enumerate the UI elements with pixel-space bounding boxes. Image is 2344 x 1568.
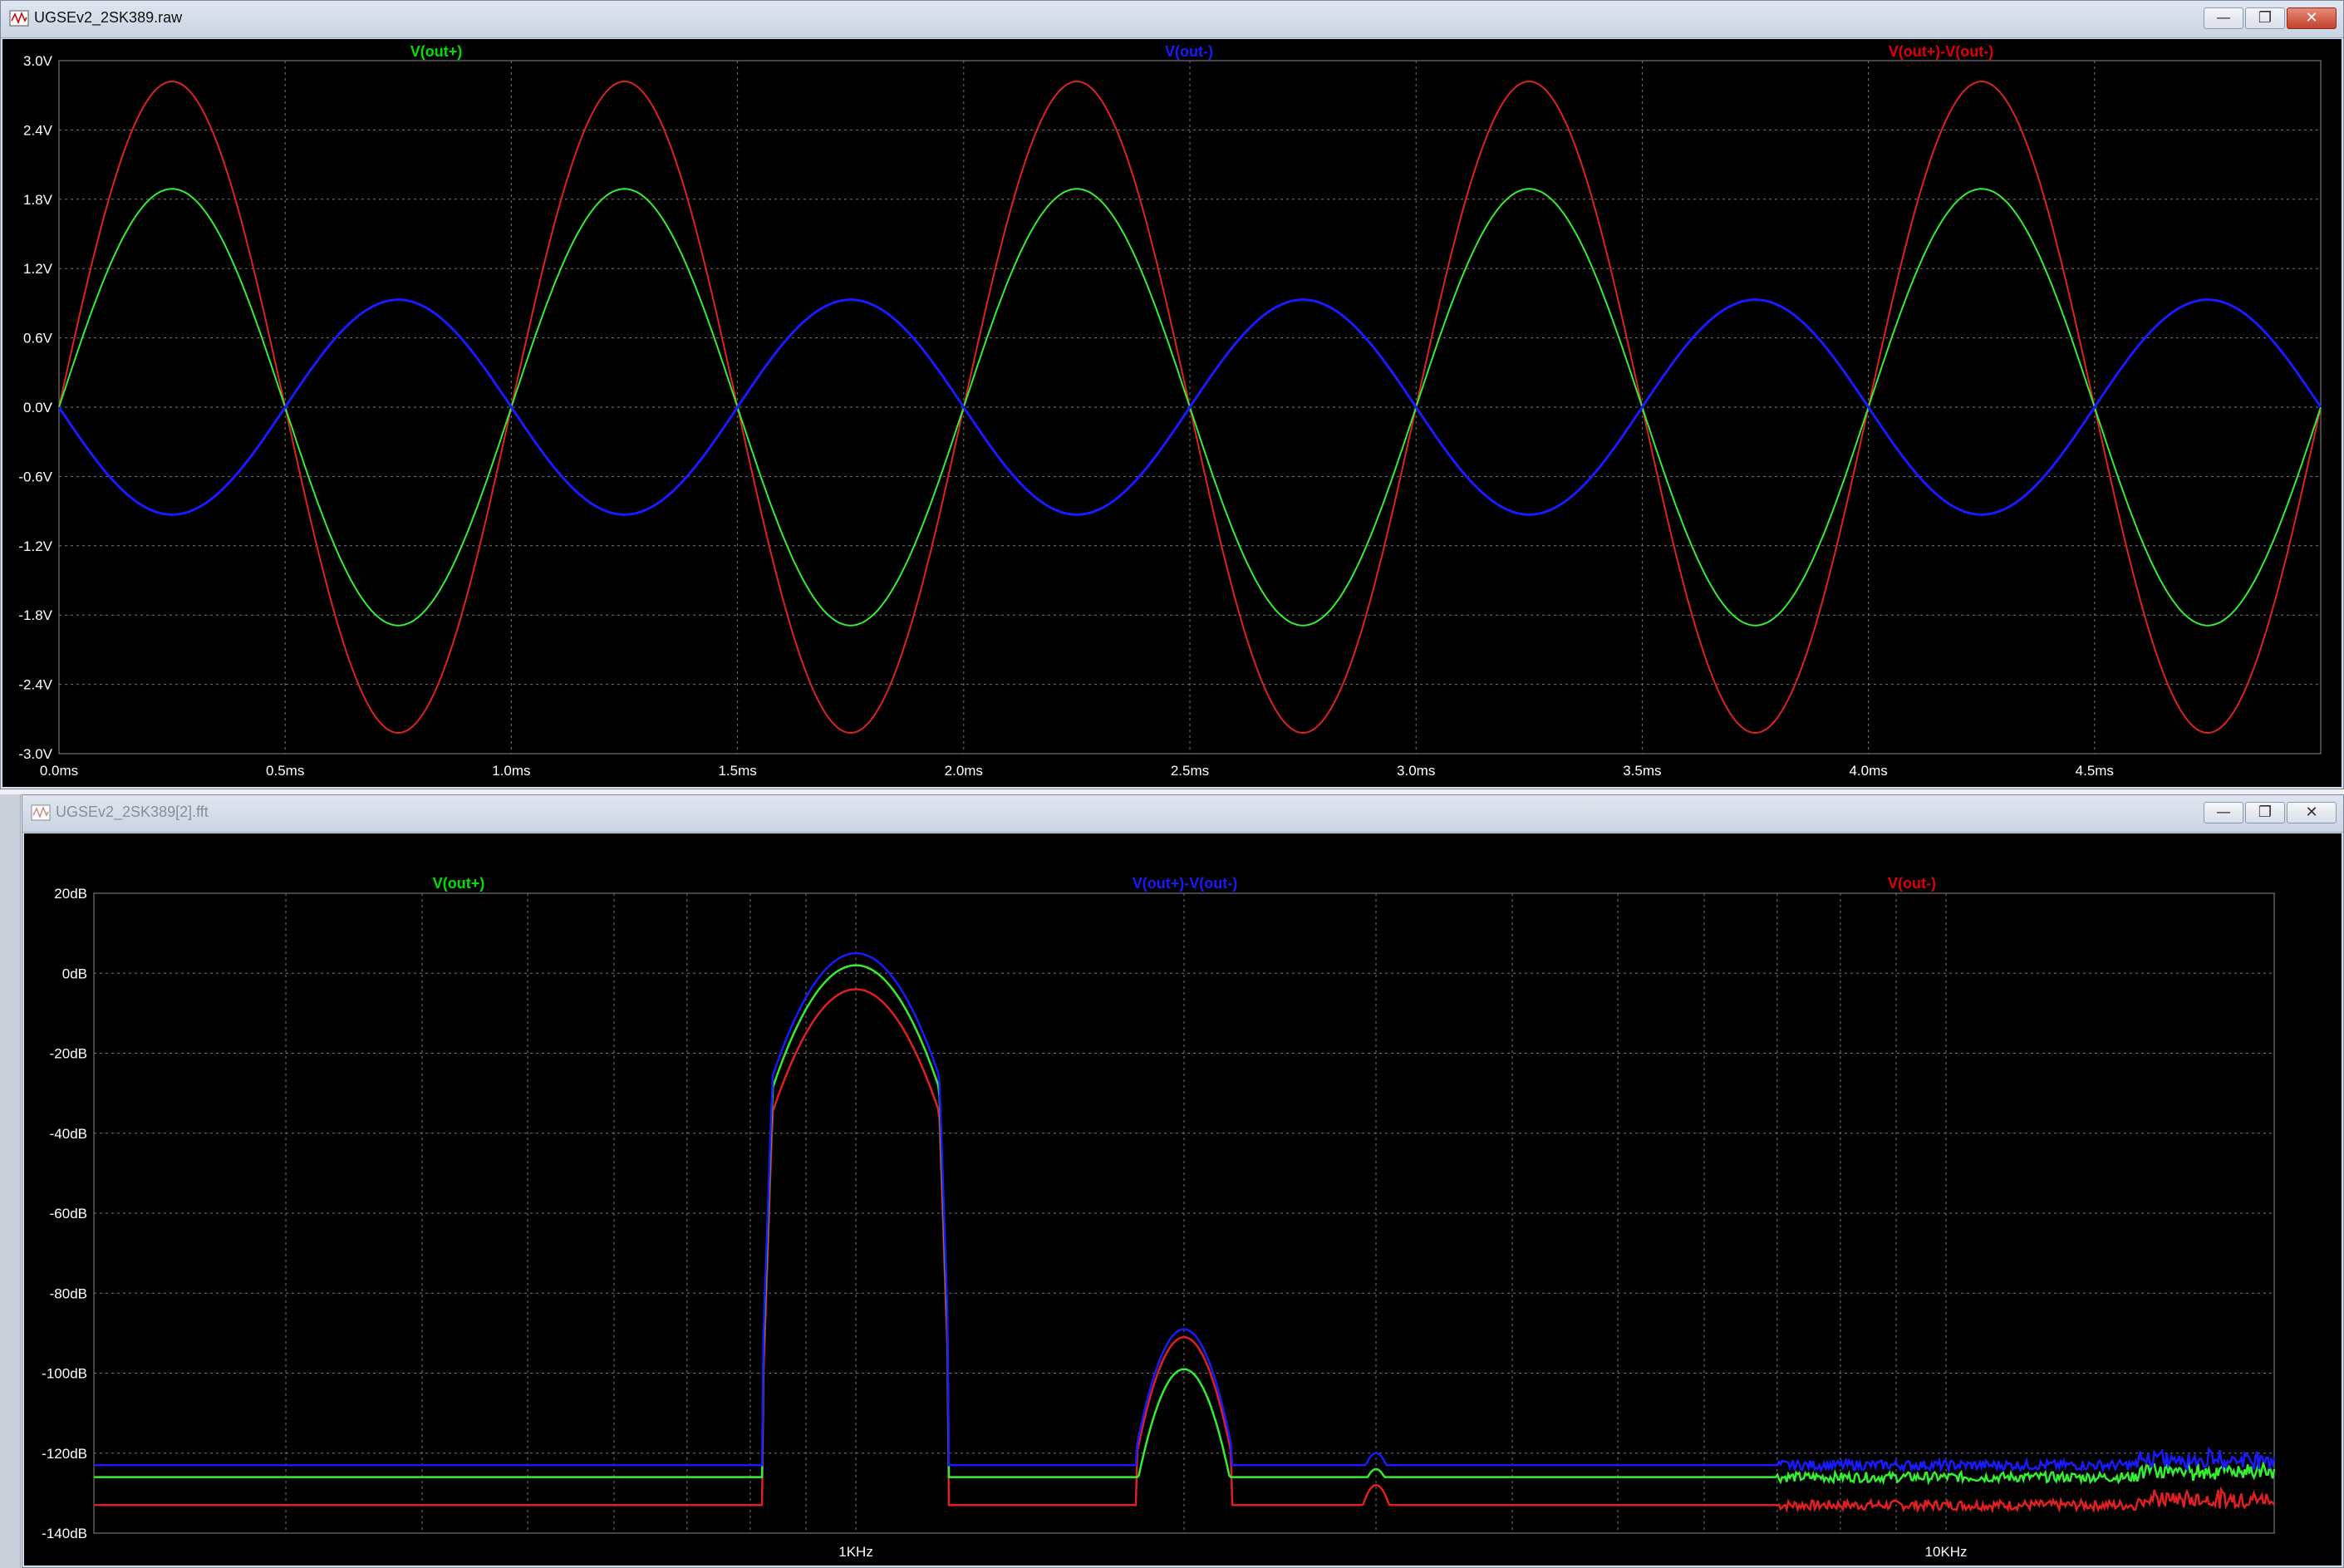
legend-entry: V(out+) [410, 43, 463, 60]
y-tick-label: 1.2V [23, 261, 53, 277]
y-tick-label: 0dB [62, 966, 87, 981]
y-tick-label: 0.0V [23, 400, 53, 415]
y-tick-label: -2.4V [18, 677, 52, 693]
waveform-window[interactable]: UGSEv2_2SK389.raw — ❐ ✕ 0.0ms 0.5ms 1.0ms 1… [0, 0, 2344, 789]
waveform-icon [9, 10, 29, 27]
sidebar-strip [0, 794, 21, 1568]
close-button[interactable]: ✕ [2287, 7, 2337, 29]
x-tick-label: 0.5ms [266, 763, 304, 779]
legend-entry: V(out+)-V(out-) [1133, 875, 1237, 892]
y-tick-label: -140dB [42, 1526, 87, 1541]
legend-entry: V(out-) [1165, 43, 1213, 60]
transient-plot-area[interactable]: 0.0ms 0.5ms 1.0ms 1.5ms 2.0ms 2.5ms 3.0ms 3.5ms… [2, 39, 2342, 787]
waveform-icon [31, 804, 51, 821]
maximize-button[interactable]: ❐ [2245, 7, 2285, 29]
x-tick-label: 4.0ms [1849, 763, 1887, 779]
y-tick-label: 20dB [54, 886, 87, 902]
legend-entry: V(out+)-V(out-) [1889, 43, 1993, 60]
y-tick-label: 2.4V [23, 122, 53, 138]
window-title: UGSEv2_2SK389.raw [34, 9, 183, 26]
maximize-button[interactable]: ❐ [2245, 802, 2285, 823]
minimize-button[interactable]: — [2204, 7, 2243, 29]
y-tick-label: -40dB [50, 1126, 87, 1142]
close-button[interactable]: ✕ [2287, 802, 2337, 823]
x-tick-label: 3.0ms [1397, 763, 1435, 779]
y-tick-label: 0.6V [23, 331, 53, 347]
x-tick-label: 10KHz [1925, 1544, 1968, 1560]
y-tick-label: -1.8V [18, 607, 52, 623]
x-tick-label: 1.5ms [718, 763, 756, 779]
y-tick-label: 1.8V [23, 192, 53, 208]
series-line [94, 951, 2276, 1474]
series-line [94, 964, 2276, 1486]
y-tick-label: -20dB [50, 1046, 87, 1062]
y-tick-label: -60dB [50, 1206, 87, 1221]
x-tick-label: 2.5ms [1171, 763, 1209, 779]
x-tick-label: 4.5ms [2076, 763, 2114, 779]
window-titlebar[interactable]: UGSEv2_2SK389[2].fft — ❐ ✕ [22, 795, 2343, 833]
y-tick-label: 3.0V [23, 53, 53, 69]
y-tick-label: -80dB [50, 1285, 87, 1301]
minimize-button[interactable]: — [2204, 802, 2243, 823]
y-tick-label: -0.6V [18, 469, 52, 484]
window-title: UGSEv2_2SK389[2].fft [56, 804, 209, 820]
x-tick-label: 2.0ms [945, 763, 983, 779]
y-tick-label: -100dB [42, 1366, 87, 1382]
x-tick-label: 1KHz [838, 1544, 873, 1560]
x-tick-label: 1.0ms [492, 763, 530, 779]
window-titlebar[interactable]: UGSEv2_2SK389.raw — ❐ ✕ [1, 1, 2343, 38]
fft-chart[interactable]: 1KHz 10KHz 20dB 0dB -20dB -40dB -60dB -80dB -100… [24, 833, 2342, 1566]
legend-entry: V(out-) [1888, 875, 1936, 892]
x-tick-label: 0.0ms [40, 763, 78, 779]
legend-entry: V(out+) [433, 875, 485, 892]
x-tick-label: 3.5ms [1623, 763, 1661, 779]
y-tick-label: -3.0V [18, 746, 52, 762]
fft-plot-area[interactable]: 1KHz 10KHz 20dB 0dB -20dB -40dB -60dB -80dB -100… [24, 833, 2342, 1566]
fft-window[interactable]: UGSEv2_2SK389[2].fft — ❐ ✕ 1KHz 10KHz 20dB… [22, 794, 2344, 1568]
y-tick-label: -1.2V [18, 538, 52, 554]
transient-chart[interactable]: 0.0ms 0.5ms 1.0ms 1.5ms 2.0ms 2.5ms 3.0ms 3.5ms… [2, 39, 2342, 787]
y-tick-label: -120dB [42, 1446, 87, 1462]
